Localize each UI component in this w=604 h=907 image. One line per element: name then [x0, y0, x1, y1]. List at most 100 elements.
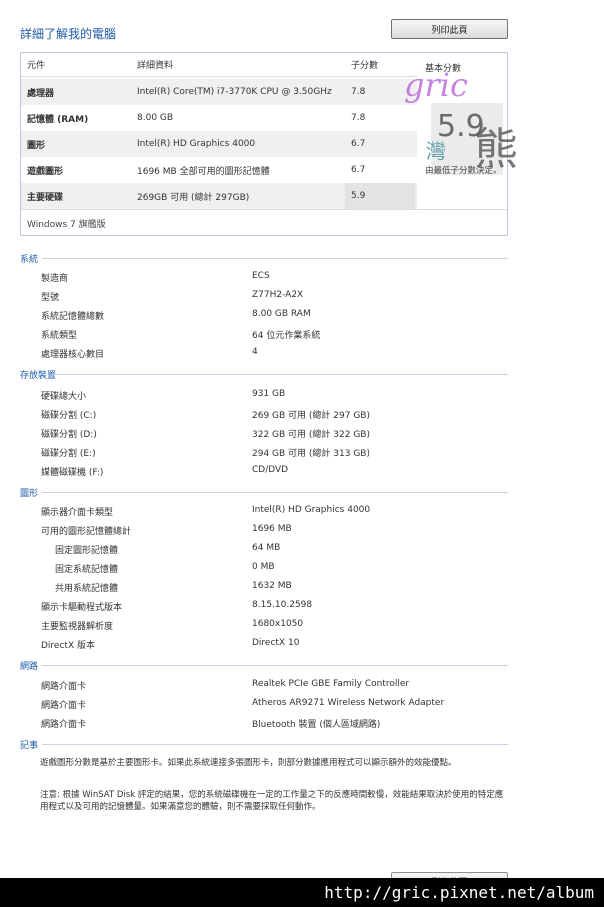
list-item: 磁碟分割 (D:) 322 GB 可用 (總計 322 GB): [0, 427, 604, 443]
table-row: 遊戲圖形 1696 MB 全部可用的圖形記憶體 6.7: [21, 157, 417, 183]
item-key: 顯示器介面卡類型: [41, 508, 114, 518]
item-key: 固定系統記憶體: [55, 565, 119, 575]
item-key: 共用系統記憶體: [55, 584, 119, 594]
row-details: 8.00 GB: [137, 113, 174, 123]
list-item: 磁碟分割 (E:) 294 GB 可用 (總計 313 GB): [0, 446, 604, 462]
row-details: 1696 MB 全部可用的圖形記憶體: [137, 166, 270, 177]
list-item: 型號 Z77H2-A2X: [0, 290, 604, 306]
item-key: 網路介面卡: [41, 701, 87, 711]
section-title: 存放裝置: [20, 371, 57, 381]
list-item: 網路介面卡 Bluetooth 裝置 (個人區域網路): [0, 717, 604, 733]
page-title: 詳細了解我的電腦: [20, 27, 117, 41]
row-component: 處理器: [27, 88, 55, 99]
item-key: 硬碟總大小: [41, 392, 87, 402]
item-value: 1696 MB: [252, 524, 292, 534]
section-title: 圖形: [20, 489, 39, 499]
url-footer: http://gric.pixnet.net/album: [0, 878, 604, 907]
base-score-value: 5.9: [437, 109, 485, 144]
row-score: 7.8: [351, 87, 366, 97]
list-item: 媒體磁碟機 (F:) CD/DVD: [0, 465, 604, 481]
list-item: 主要監視器解析度 1680x1050: [0, 619, 604, 635]
table-row: 主要硬碟 269GB 可用 (總計 297GB) 5.9: [21, 183, 417, 209]
row-score: 6.7: [351, 165, 366, 175]
header-component: 元件: [27, 61, 46, 71]
list-item: 磁碟分割 (C:) 269 GB 可用 (總計 297 GB): [0, 408, 604, 424]
row-score: 7.8: [351, 113, 366, 123]
section-rule: [52, 374, 508, 375]
item-value: Z77H2-A2X: [252, 290, 304, 300]
item-key: 磁碟分割 (C:): [41, 411, 97, 421]
section-notes: 記事: [20, 738, 508, 751]
list-item: 共用系統記憶體 1632 MB: [0, 581, 604, 597]
list-item: 硬碟總大小 931 GB: [0, 389, 604, 405]
item-key: 製造商: [41, 274, 69, 284]
section-rule: [42, 492, 508, 493]
item-key: 磁碟分割 (E:): [41, 449, 96, 459]
section-title: 記事: [20, 741, 39, 751]
item-value: 294 GB 可用 (總計 313 GB): [252, 449, 370, 459]
row-details: Intel(R) HD Graphics 4000: [137, 139, 256, 149]
section-graphics: 圖形: [20, 486, 508, 499]
item-key: 網路介面卡: [41, 720, 87, 730]
item-value: Bluetooth 裝置 (個人區域網路): [252, 720, 381, 730]
item-value: 64 位元作業系統: [252, 331, 321, 341]
item-key: 型號: [41, 293, 60, 303]
section-rule: [42, 744, 508, 745]
item-value: 4: [252, 347, 258, 357]
item-value: 0 MB: [252, 562, 275, 572]
list-item: 固定系統記憶體 0 MB: [0, 562, 604, 578]
list-item: 系統記憶體總數 8.00 GB RAM: [0, 309, 604, 325]
section-rule: [42, 258, 508, 259]
divider: [21, 209, 507, 210]
note-graphics: 遊戲圖形分數是基於主要圖形卡。如果此系統連接多張圖形卡，則部分數據應用程式可以顯…: [40, 758, 457, 768]
list-item: DirectX 版本 DirectX 10: [0, 638, 604, 654]
row-score: 6.7: [351, 139, 366, 149]
row-score-lowest: 5.9: [345, 183, 415, 209]
row-component: 遊戲圖形: [27, 166, 64, 177]
row-details: Intel(R) Core(TM) i7-3770K CPU @ 3.50GHz: [137, 87, 332, 97]
header-details: 詳細資料: [137, 61, 174, 71]
table-row: 處理器 Intel(R) Core(TM) i7-3770K CPU @ 3.5…: [21, 79, 417, 105]
section-network: 網路: [20, 659, 508, 672]
section-storage: 存放裝置: [20, 368, 508, 381]
list-item: 可用的圖形記憶體總計 1696 MB: [0, 524, 604, 540]
item-key: 磁碟分割 (D:): [41, 430, 97, 440]
item-key: 網路介面卡: [41, 682, 87, 692]
item-value: CD/DVD: [252, 465, 289, 475]
list-item: 系統類型 64 位元作業系統: [0, 328, 604, 344]
section-system: 系統: [20, 252, 508, 265]
item-value: 8.15.10.2598: [252, 600, 313, 610]
print-button[interactable]: 列印此頁: [391, 19, 508, 39]
item-key: 固定圖形記憶體: [55, 546, 119, 556]
note-disk: 注意: 根據 WinSAT Disk 評定的結果，您的系統磁碟機在一定的工作量之…: [40, 790, 504, 812]
item-value: 931 GB: [252, 389, 286, 399]
row-component: 主要硬碟: [27, 192, 64, 203]
table-row: 圖形 Intel(R) HD Graphics 4000 6.7: [21, 131, 417, 157]
score-table: 元件 詳細資料 子分數 基本分數 處理器 Intel(R) Core(TM) i…: [20, 52, 508, 236]
list-item: 網路介面卡 Realtek PCIe GBE Family Controller: [0, 679, 604, 695]
section-rule: [42, 665, 508, 666]
item-key: DirectX 版本: [41, 641, 95, 651]
header-subscore: 子分數: [351, 61, 379, 71]
item-value: ECS: [252, 271, 270, 281]
item-key: 顯示卡驅動程式版本: [41, 603, 123, 613]
base-score-description: 由最低子分數決定。: [425, 166, 502, 176]
item-key: 主要監視器解析度: [41, 622, 114, 632]
section-title: 系統: [20, 255, 39, 265]
item-value: DirectX 10: [252, 638, 300, 648]
score-table-header: 元件 詳細資料 子分數: [21, 53, 417, 77]
item-value: 269 GB 可用 (總計 297 GB): [252, 411, 370, 421]
list-item: 處理器核心數目 4: [0, 347, 604, 363]
windows-edition: Windows 7 旗艦版: [27, 220, 106, 230]
item-value: Atheros AR9271 Wireless Network Adapter: [252, 698, 445, 708]
list-item: 固定圖形記憶體 64 MB: [0, 543, 604, 559]
section-title: 網路: [20, 662, 39, 672]
item-key: 處理器核心數目: [41, 350, 105, 360]
header-base-score: 基本分數: [425, 64, 462, 74]
item-value: 1680x1050: [252, 619, 304, 629]
item-value: 1632 MB: [252, 581, 292, 591]
table-row: 記憶體 (RAM) 8.00 GB 7.8: [21, 105, 417, 131]
list-item: 顯示卡驅動程式版本 8.15.10.2598: [0, 600, 604, 616]
row-details: 269GB 可用 (總計 297GB): [137, 192, 250, 203]
item-value: Realtek PCIe GBE Family Controller: [252, 679, 410, 689]
